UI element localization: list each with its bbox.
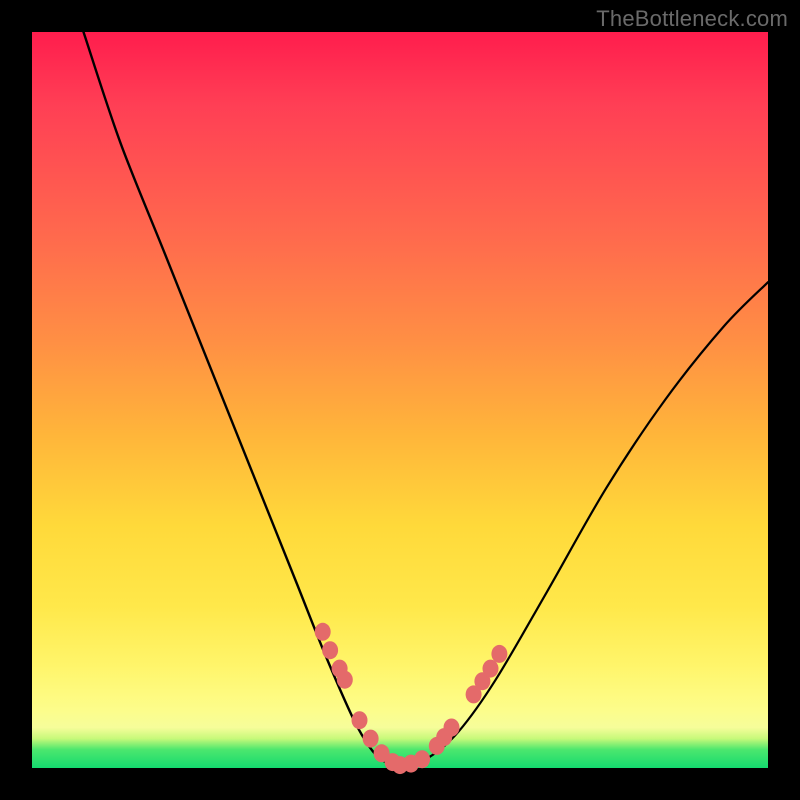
watermark-text: TheBottleneck.com [596,6,788,32]
gradient-plot-area [32,32,768,768]
optimum-marker [483,660,499,678]
chart-frame: TheBottleneck.com [0,0,800,800]
optimum-marker [363,730,379,748]
curve-svg [32,32,768,768]
optimum-marker [315,623,331,641]
optimum-markers-left [315,623,408,774]
optimum-marker [337,671,353,689]
bottleneck-curve-left [84,32,401,767]
optimum-marker [322,641,338,659]
optimum-marker [414,750,430,768]
optimum-markers-right [403,645,507,773]
optimum-marker [352,711,368,729]
optimum-marker [444,719,460,737]
bottleneck-curve-right [400,282,768,766]
optimum-marker [491,645,507,663]
